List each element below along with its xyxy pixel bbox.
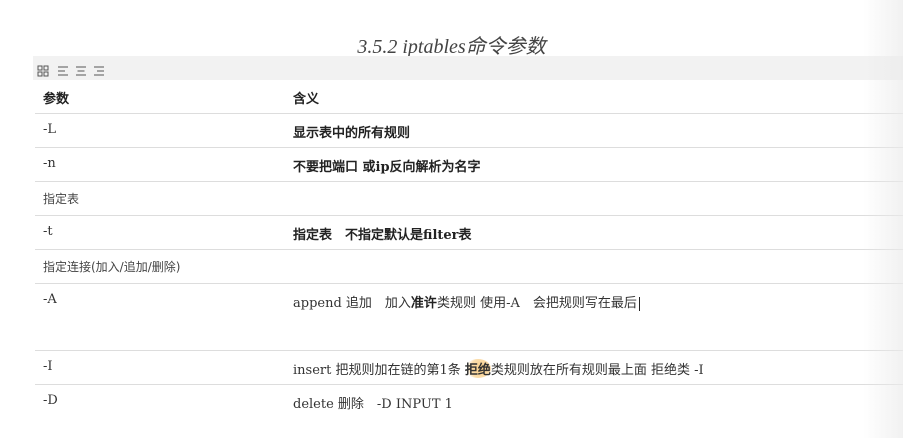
- table-row[interactable]: -D delete 删除 -D INPUT 1: [35, 385, 903, 418]
- table-row[interactable]: -n 不要把端口 或ip反向解析为名字: [35, 148, 903, 182]
- meaning-cell: 显示表中的所有规则: [293, 126, 411, 141]
- params-table: 参数 含义 -L 显示表中的所有规则 -n 不要把端口 或ip反向解析为名字 指…: [35, 80, 903, 418]
- header-meaning: 含义: [293, 92, 320, 107]
- align-left-icon[interactable]: [57, 62, 69, 76]
- meaning-text: insert 把规则加在链的第1条: [293, 363, 465, 378]
- meaning-emphasis-highlighted: 拒绝: [464, 359, 491, 378]
- meaning-text: 类规则 使用-A 会把规则写在最后: [436, 296, 637, 311]
- edge-shadow: [863, 0, 903, 438]
- text-caret: [638, 296, 640, 311]
- meaning-emphasis: 准许: [410, 296, 437, 311]
- table-header-row: 参数 含义: [35, 80, 903, 114]
- param-cell: -D: [43, 393, 58, 408]
- meaning-cell: 不要把端口 或ip反向解析为名字: [293, 160, 481, 175]
- header-param: 参数: [43, 92, 70, 107]
- section-label: 指定表: [43, 192, 80, 206]
- meaning-text: 类规则放在所有规则最上面 拒绝类 -I: [490, 363, 704, 378]
- meaning-cell: 指定表 不指定默认是filter表: [293, 228, 472, 243]
- align-center-icon[interactable]: [75, 62, 87, 76]
- table-row[interactable]: -t 指定表 不指定默认是filter表: [35, 216, 903, 250]
- param-cell: -I: [43, 359, 53, 374]
- param-cell: -n: [43, 156, 56, 171]
- meaning-cell[interactable]: append 追加 加入准许类规则 使用-A 会把规则写在最后: [293, 292, 640, 311]
- meaning-cell[interactable]: insert 把规则加在链的第1条 拒绝类规则放在所有规则最上面 拒绝类 -I: [293, 359, 704, 378]
- table-toolbar: [33, 56, 903, 80]
- param-cell: -A: [43, 292, 57, 307]
- table-row[interactable]: -L 显示表中的所有规则: [35, 114, 903, 148]
- section-row[interactable]: 指定表: [35, 182, 903, 216]
- table-row[interactable]: -I insert 把规则加在链的第1条 拒绝类规则放在所有规则最上面 拒绝类 …: [35, 351, 903, 385]
- section-row[interactable]: 指定连接(加入/追加/删除): [35, 250, 903, 284]
- meaning-cell: delete 删除 -D INPUT 1: [293, 397, 453, 412]
- section-label: 指定连接(加入/追加/删除): [43, 260, 181, 274]
- param-cell: -L: [43, 122, 57, 137]
- grid-icon[interactable]: [37, 62, 49, 77]
- meaning-text: append 追加 加入: [293, 296, 411, 311]
- page-title: 3.5.2 iptables命令参数: [357, 36, 546, 58]
- table-row[interactable]: -A append 追加 加入准许类规则 使用-A 会把规则写在最后: [35, 284, 903, 351]
- param-cell: -t: [43, 224, 53, 239]
- align-right-icon[interactable]: [93, 62, 105, 76]
